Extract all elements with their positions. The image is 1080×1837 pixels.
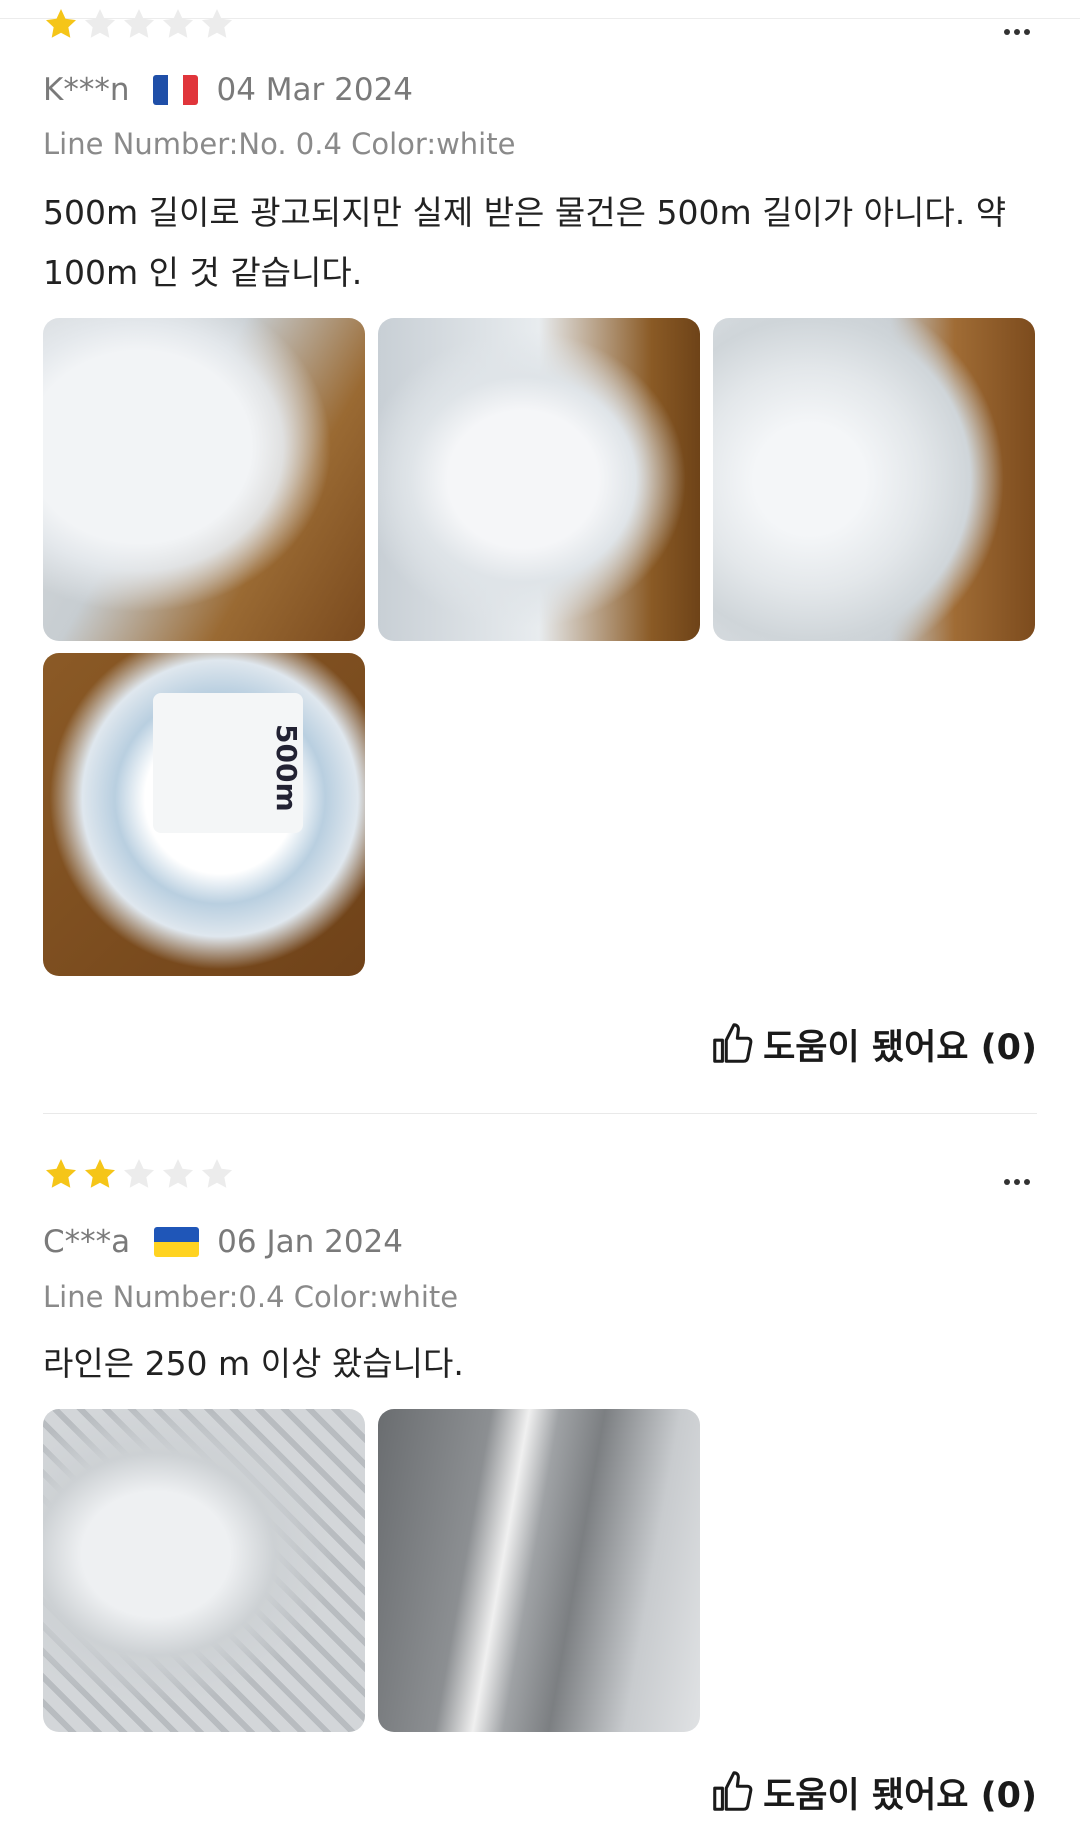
dot-icon (1024, 1179, 1030, 1185)
dot-icon (1014, 1179, 1020, 1185)
sku-info: Line Number:0.4 Color:white (43, 1280, 459, 1314)
more-options-button[interactable] (997, 1164, 1037, 1200)
thumbs-up-icon (713, 1771, 753, 1811)
dot-icon (1004, 29, 1010, 35)
star-icon-filled (82, 1156, 118, 1192)
france-flag-icon (153, 75, 199, 105)
star-icon-empty (121, 6, 157, 42)
more-options-button[interactable] (997, 14, 1037, 50)
review-photo[interactable]: 500m (43, 653, 365, 976)
helpful-label: 도움이 됐어요 (0) (763, 1027, 1037, 1068)
reviewer-name: K***n (43, 72, 130, 108)
review-date: 06 Jan 2024 (217, 1224, 403, 1260)
star-icon-empty (121, 1156, 157, 1192)
review-meta: C***a 06 Jan 2024 (43, 1222, 403, 1262)
star-icon-filled (43, 6, 79, 42)
star-icon-filled (43, 1156, 79, 1192)
review-photo[interactable] (378, 1409, 700, 1732)
dot-icon (1004, 1179, 1010, 1185)
dot-icon (1024, 29, 1030, 35)
star-icon-empty (199, 1156, 235, 1192)
star-icon-empty (82, 6, 118, 42)
review-divider (43, 1113, 1037, 1114)
thumbs-up-icon (713, 1023, 753, 1063)
dot-icon (1014, 29, 1020, 35)
review-photo[interactable] (43, 1409, 365, 1732)
review-date: 04 Mar 2024 (216, 72, 414, 108)
star-rating (43, 6, 238, 42)
review-photo[interactable] (378, 318, 700, 641)
review-photo[interactable] (43, 318, 365, 641)
star-icon-empty (160, 1156, 196, 1192)
review-text: 라인은 250 m 이상 왔습니다. (43, 1344, 464, 1383)
helpful-button[interactable]: 도움이 됐어요 (0) (709, 1020, 1037, 1068)
star-icon-empty (160, 6, 196, 42)
ukraine-flag-icon (154, 1227, 200, 1257)
helpful-label: 도움이 됐어요 (0) (763, 1775, 1037, 1816)
helpful-button[interactable]: 도움이 됐어요 (0) (709, 1768, 1037, 1816)
review-meta: K***n 04 Mar 2024 (43, 70, 413, 110)
star-rating (43, 1156, 238, 1192)
star-icon-empty (199, 6, 235, 42)
reviewer-name: C***a (43, 1224, 131, 1260)
review-photo[interactable] (713, 318, 1035, 641)
review-text: 500m 길이로 광고되지만 실제 받은 물건은 500m 길이가 아니다. 약… (43, 193, 1007, 292)
spool-label: 500m (153, 693, 303, 833)
sku-info: Line Number:No. 0.4 Color:white (43, 127, 516, 161)
